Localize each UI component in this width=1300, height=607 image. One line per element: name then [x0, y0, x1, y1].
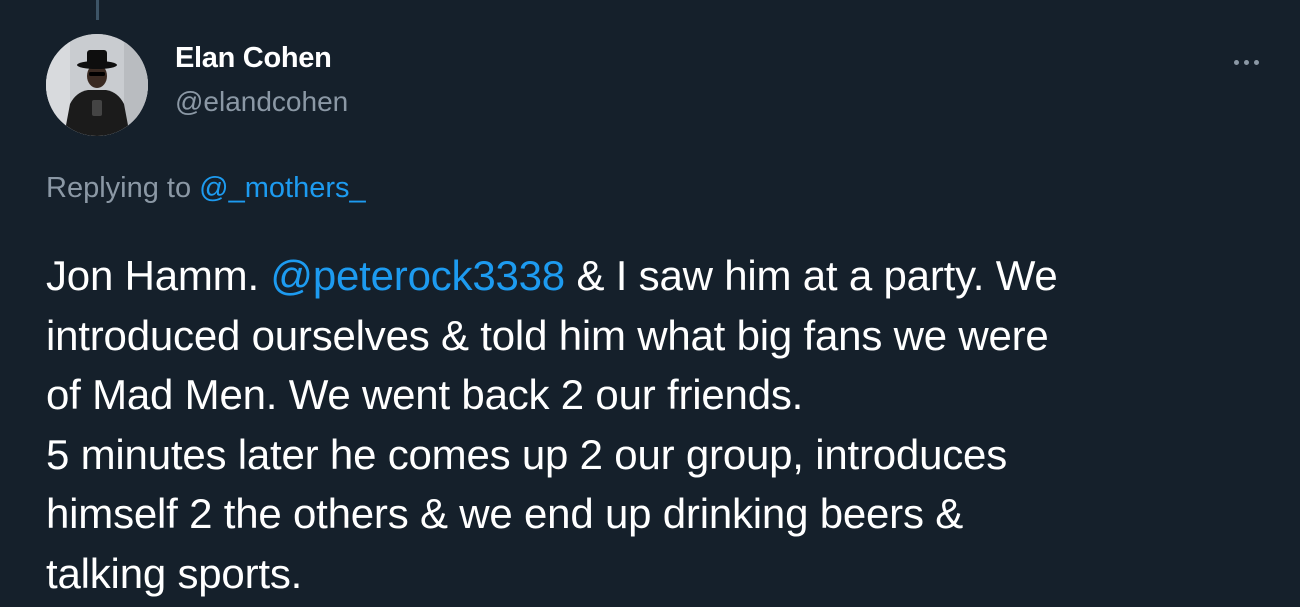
thread-connector-line — [96, 0, 99, 20]
author-name[interactable]: Elan Cohen — [175, 42, 332, 75]
tweet-card: Elan Cohen @elandcohen Replying to @_mot… — [0, 0, 1300, 607]
tweet-text-segment: Jon Hamm. — [46, 252, 259, 299]
replying-to-label: Replying to — [46, 172, 192, 204]
tweet-text: Jon Hamm. @peterock3338 & I saw him at a… — [46, 246, 1286, 603]
more-options-button[interactable] — [1226, 48, 1266, 76]
avatar-image — [46, 34, 148, 136]
tweet-text-line: 5 minutes later he comes up 2 our group,… — [46, 430, 1008, 478]
tweet-text-line: talking sports. — [46, 549, 303, 597]
tweet-text-line: introduced ourselves & told him what big… — [46, 311, 1049, 359]
more-horizontal-icon — [1233, 59, 1239, 65]
avatar[interactable] — [46, 34, 148, 136]
tweet-text-line: himself 2 the others & we end up drinkin… — [46, 490, 964, 537]
tweet-text-segment: & I saw him at a party. We — [576, 252, 1058, 299]
replying-to-mention-link[interactable]: @_mothers_ — [199, 172, 365, 204]
tweet-text-line: Jon Hamm. @peterock3338 & I saw him at a… — [46, 246, 1286, 306]
replying-to: Replying to @_mothers_ — [46, 172, 366, 205]
mention-link[interactable]: @peterock3338 — [270, 252, 565, 299]
author-handle[interactable]: @elandcohen — [175, 86, 348, 118]
tweet-text-line: of Mad Men. We went back 2 our friends. — [46, 371, 804, 418]
